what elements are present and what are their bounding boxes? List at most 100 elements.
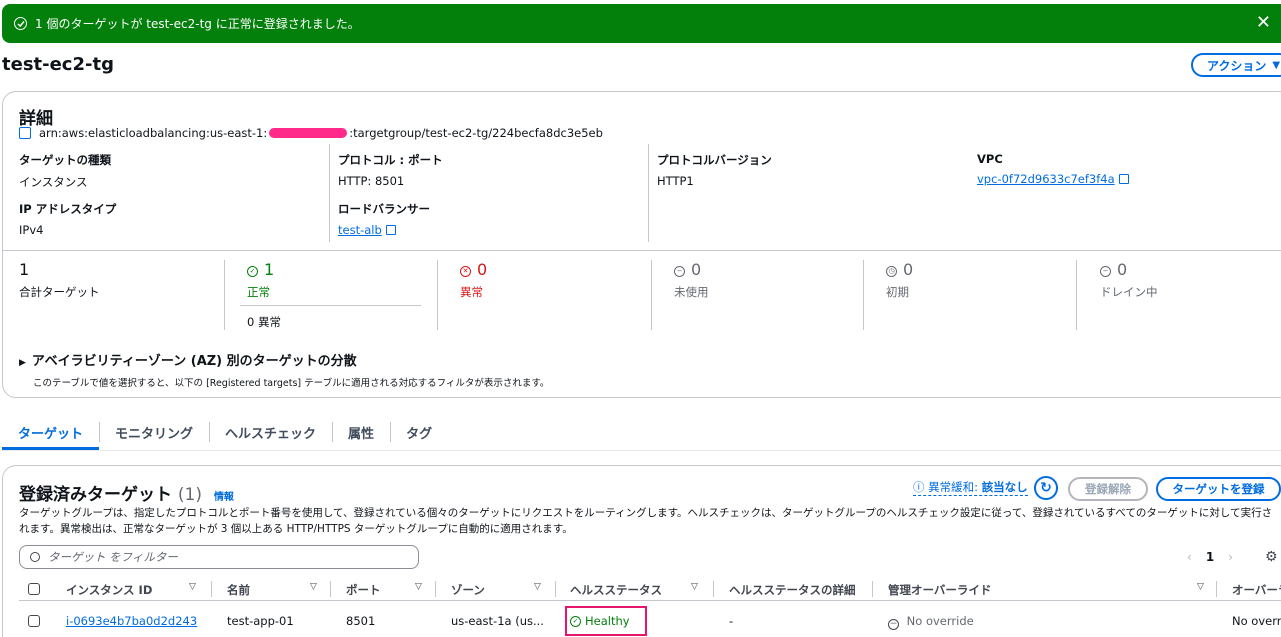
- deregister-button[interactable]: 登録解除: [1068, 477, 1148, 501]
- divider: [648, 144, 649, 242]
- actions-button[interactable]: アクション ▼: [1191, 53, 1281, 77]
- col-name[interactable]: 名前: [227, 582, 250, 598]
- col-divider: [872, 581, 873, 597]
- col-divider: [435, 581, 436, 597]
- col-divider: [1216, 581, 1217, 597]
- protocol-port-value: HTTP: 8501: [338, 174, 405, 188]
- stat-initial[interactable]: ◷ 0 初期: [886, 260, 913, 300]
- col-override-extra[interactable]: オーバーライ: [1232, 582, 1281, 598]
- protocol-version: プロトコルバージョン HTTP1: [657, 152, 772, 188]
- col-divider: [555, 581, 556, 597]
- sort-icon[interactable]: ▽: [534, 582, 541, 592]
- info-link[interactable]: 情報: [214, 492, 234, 503]
- check-circle-icon: ✓: [570, 615, 581, 627]
- vpc-link[interactable]: vpc-0f72d9633c7ef3f4a: [977, 172, 1115, 186]
- anomaly-mitigation[interactable]: ⓘ 異常緩和: 該当なし: [913, 479, 1028, 496]
- page-title: test-ec2-tg: [2, 54, 114, 75]
- col-port[interactable]: ポート: [346, 582, 381, 598]
- load-balancer-link[interactable]: test-alb: [338, 223, 382, 237]
- col-health-status[interactable]: ヘルスステータス: [570, 582, 662, 598]
- flash-message: 1 個のターゲットが test-ec2-tg に正常に登録されました。: [35, 17, 360, 31]
- minus-circle-icon: −: [1100, 265, 1111, 277]
- override-text: No override: [906, 614, 974, 628]
- sort-icon[interactable]: ▽: [415, 582, 422, 592]
- stat-unhealthy-number: 0: [477, 260, 488, 279]
- redaction-mark: [269, 128, 348, 138]
- arn-line: arn:aws:elasticloadbalancing:us-east-1: …: [19, 126, 603, 140]
- ip-type: IP アドレスタイプ IPv4: [19, 201, 116, 237]
- divider: [240, 305, 421, 306]
- filter-input[interactable]: ターゲット をフィルター: [19, 545, 419, 569]
- anomaly-label: 異常緩和:: [928, 480, 979, 494]
- col-zone[interactable]: ゾーン: [451, 582, 485, 598]
- sort-icon[interactable]: ▽: [310, 582, 317, 592]
- tab-attributes[interactable]: 属性: [332, 420, 390, 444]
- divider: [329, 144, 330, 242]
- col-divider: [330, 581, 331, 597]
- tab-monitoring[interactable]: モニタリング: [99, 420, 209, 444]
- stat-healthy-sub: 0 異常: [247, 315, 281, 329]
- close-icon[interactable]: ✕: [1256, 14, 1271, 32]
- col-admin-override[interactable]: 管理オーバーライド: [888, 582, 991, 598]
- chevron-left-icon[interactable]: ‹: [1187, 550, 1192, 564]
- sort-icon[interactable]: ▽: [1197, 582, 1204, 592]
- stat-total: 1 合計ターゲット: [19, 260, 100, 300]
- refresh-button[interactable]: ↻: [1034, 476, 1058, 500]
- cell-override: − No override: [888, 614, 974, 630]
- sort-icon[interactable]: ▽: [691, 582, 698, 592]
- x-circle-icon: ✕: [460, 265, 471, 277]
- gear-icon[interactable]: ⚙: [1265, 549, 1278, 565]
- tab-health-checks[interactable]: ヘルスチェック: [209, 420, 332, 444]
- page-number[interactable]: 1: [1206, 550, 1214, 564]
- stat-draining-number: 0: [1117, 260, 1128, 279]
- cell-name: test-app-01: [227, 614, 294, 628]
- az-distribution-expander[interactable]: ▶ アベイラビリティーゾーン (AZ) 別のターゲットの分散 このテーブルで値を選…: [19, 350, 549, 389]
- cell-health-status: ✓ Healthy: [570, 614, 630, 628]
- sort-icon[interactable]: ▽: [189, 582, 196, 592]
- divider: [1076, 260, 1077, 330]
- divider: [437, 260, 438, 330]
- clock-icon: ◷: [886, 265, 897, 277]
- stat-draining-label: ドレイン中: [1100, 285, 1158, 299]
- select-all-checkbox[interactable]: [28, 583, 40, 595]
- vpc-label: VPC: [977, 152, 1003, 166]
- protocol-version-label: プロトコルバージョン: [657, 153, 772, 167]
- filter-placeholder: ターゲット をフィルター: [48, 550, 178, 564]
- copy-icon[interactable]: [19, 127, 31, 139]
- targets-count: (1): [177, 485, 203, 505]
- table-header: インスタンス ID ▽ 名前 ▽ ポート ▽ ゾーン ▽ ヘルスステータス ▽ …: [19, 579, 1281, 601]
- divider: [651, 260, 652, 330]
- protocol-port: プロトコル : ポート HTTP: 8501: [338, 152, 443, 188]
- anomaly-value: 該当なし: [981, 480, 1028, 494]
- protocol-version-value: HTTP1: [657, 174, 694, 188]
- tab-tags[interactable]: タグ: [390, 420, 448, 444]
- tab-bar: ターゲット モニタリング ヘルスチェック 属性 タグ: [2, 420, 1281, 450]
- tab-underline: [2, 450, 1281, 451]
- target-type: ターゲットの種類 インスタンス: [19, 152, 111, 190]
- cell-health-detail: -: [729, 614, 734, 628]
- col-health-detail[interactable]: ヘルスステータスの詳細: [729, 582, 856, 598]
- load-balancer: ロードバランサー test-alb: [338, 201, 430, 237]
- registered-targets-container: 登録済みターゲット (1) 情報 ⓘ 異常緩和: 該当なし ↻ 登録解除 ターゲ…: [2, 465, 1281, 637]
- register-targets-button[interactable]: ターゲットを登録: [1156, 477, 1281, 501]
- target-type-label: ターゲットの種類: [19, 153, 111, 167]
- stat-total-number: 1: [19, 260, 30, 279]
- minus-circle-icon: −: [888, 618, 899, 630]
- stat-draining[interactable]: −0 ドレイン中: [1100, 260, 1158, 300]
- stat-initial-label: 初期: [886, 285, 909, 299]
- row-checkbox[interactable]: [28, 615, 40, 627]
- col-instance-id[interactable]: インスタンス ID: [66, 582, 152, 598]
- pagination: ‹ 1 ›: [1187, 550, 1233, 564]
- col-divider: [713, 581, 714, 597]
- stat-unhealthy-label: 異常: [460, 285, 483, 299]
- table-row[interactable]: i-0693e4b7ba0d2d243 test-app-01 8501 us-…: [19, 606, 1281, 636]
- chevron-right-icon[interactable]: ›: [1228, 550, 1233, 564]
- ip-type-value: IPv4: [19, 223, 44, 237]
- instance-id-link[interactable]: i-0693e4b7ba0d2d243: [66, 614, 197, 628]
- success-flash-banner: 1 個のターゲットが test-ec2-tg に正常に登録されました。 ✕: [2, 4, 1281, 43]
- search-icon: [30, 552, 40, 562]
- tab-targets[interactable]: ターゲット: [2, 420, 100, 450]
- stat-unused[interactable]: −0 未使用: [674, 260, 709, 300]
- stat-healthy[interactable]: ✓ 1 正常: [247, 260, 274, 300]
- stat-unhealthy[interactable]: ✕ 0 異常: [460, 260, 487, 300]
